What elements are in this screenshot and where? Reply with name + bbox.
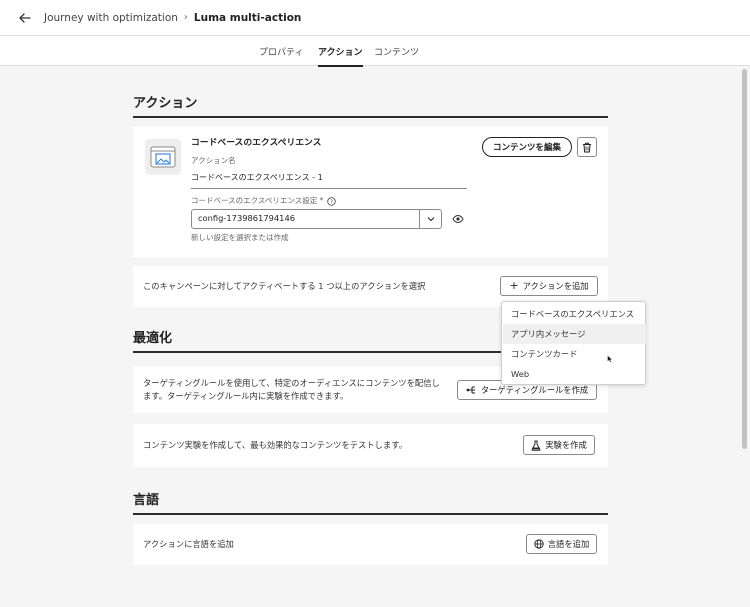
tab-content[interactable]: コンテンツ bbox=[374, 36, 419, 66]
action-thumbnail bbox=[145, 139, 181, 175]
targeting-text-line2: ます。ターゲティングルール内に実験を作成できます。 bbox=[143, 391, 349, 401]
language-section-title: 言語 bbox=[133, 493, 160, 508]
tab-bar: プロパティ アクション コンテンツ bbox=[0, 36, 750, 67]
plus-icon: + bbox=[509, 279, 519, 292]
language-text: アクションに言語を追加 bbox=[143, 539, 234, 549]
menu-item-content-card[interactable]: コンテンツカード bbox=[503, 344, 646, 364]
mouse-cursor-icon bbox=[607, 355, 613, 363]
edit-content-button[interactable]: コンテンツを編集 bbox=[482, 137, 572, 157]
delete-button[interactable] bbox=[577, 137, 597, 157]
targeting-text-line1: ターゲティングルールを使用して、特定のオーディエンスにコンテンツを配信し bbox=[143, 378, 440, 388]
config-label-row: コードベースのエクスペリエンス設定 * ? bbox=[191, 194, 337, 208]
add-language-button[interactable]: 言語を追加 bbox=[526, 534, 597, 554]
add-action-button[interactable]: + アクションを追加 bbox=[500, 276, 598, 296]
globe-icon bbox=[534, 539, 544, 549]
menu-item-codebased-experience[interactable]: コードベースのエクスペリエンス bbox=[503, 304, 646, 324]
trash-icon bbox=[583, 142, 591, 152]
svg-text:?: ? bbox=[330, 199, 333, 205]
create-experiment-label: 実験を作成 bbox=[545, 440, 587, 450]
menu-item-in-app-message[interactable]: アプリ内メッセージ bbox=[503, 324, 646, 344]
add-action-label: アクションを追加 bbox=[522, 281, 589, 291]
config-label: コードベースのエクスペリエンス設定 * bbox=[191, 196, 324, 205]
create-experiment-button[interactable]: 実験を作成 bbox=[523, 435, 595, 455]
create-targeting-rule-label: ターゲティングルールを作成 bbox=[480, 385, 589, 395]
tab-actions[interactable]: アクション bbox=[318, 36, 363, 67]
config-select-value: config-1739861794146 bbox=[198, 213, 296, 223]
back-arrow-icon[interactable] bbox=[14, 7, 36, 29]
scrollbar[interactable] bbox=[741, 66, 748, 607]
breadcrumb-parent[interactable]: Journey with optimization bbox=[44, 12, 178, 24]
section-divider bbox=[133, 116, 608, 118]
menu-item-web[interactable]: Web bbox=[503, 364, 646, 384]
actions-section-title: アクション bbox=[133, 96, 198, 111]
experiment-text: コンテンツ実験を作成して、最も効果的なコンテンツをテストします。 bbox=[143, 440, 408, 450]
section-divider bbox=[133, 513, 608, 515]
action-card-title: コードベースのエクスペリエンス bbox=[191, 138, 322, 148]
flask-icon bbox=[531, 440, 541, 451]
optimization-section-title: 最適化 bbox=[133, 331, 173, 346]
add-language-label: 言語を追加 bbox=[547, 539, 590, 549]
action-name-input[interactable]: コードベースのエクスペリエンス - 1 bbox=[191, 171, 467, 189]
add-action-text: このキャンペーンに対してアクティベートする 1 つ以上のアクションを選択 bbox=[143, 281, 426, 291]
action-card: コードベースのエクスペリエンス アクション名 コードベースのエクスペリエンス -… bbox=[133, 127, 608, 257]
info-icon[interactable]: ? bbox=[327, 196, 337, 206]
targeting-rule-icon bbox=[466, 386, 475, 394]
page-title: Luma multi-action bbox=[193, 11, 302, 24]
chevron-down-icon[interactable] bbox=[419, 210, 441, 228]
eye-icon[interactable] bbox=[451, 213, 465, 225]
config-select[interactable]: config-1739861794146 bbox=[191, 209, 442, 229]
experiment-card: コンテンツ実験を作成して、最も効果的なコンテンツをテストします。 実験を作成 bbox=[133, 424, 608, 467]
action-name-label: アクション名 bbox=[191, 156, 236, 165]
codebased-experience-icon bbox=[150, 146, 176, 168]
language-card: アクションに言語を追加 言語を追加 bbox=[133, 524, 608, 565]
scrollbar-thumb[interactable] bbox=[742, 69, 747, 449]
config-help-text: 新しい設定を選択または作成 bbox=[191, 233, 289, 242]
tab-properties[interactable]: プロパティ bbox=[259, 36, 303, 66]
breadcrumb-separator: › bbox=[183, 12, 188, 23]
top-bar: Journey with optimization › Luma multi-a… bbox=[0, 0, 750, 36]
add-action-menu: コードベースのエクスペリエンス アプリ内メッセージ コンテンツカード Web bbox=[501, 301, 646, 385]
